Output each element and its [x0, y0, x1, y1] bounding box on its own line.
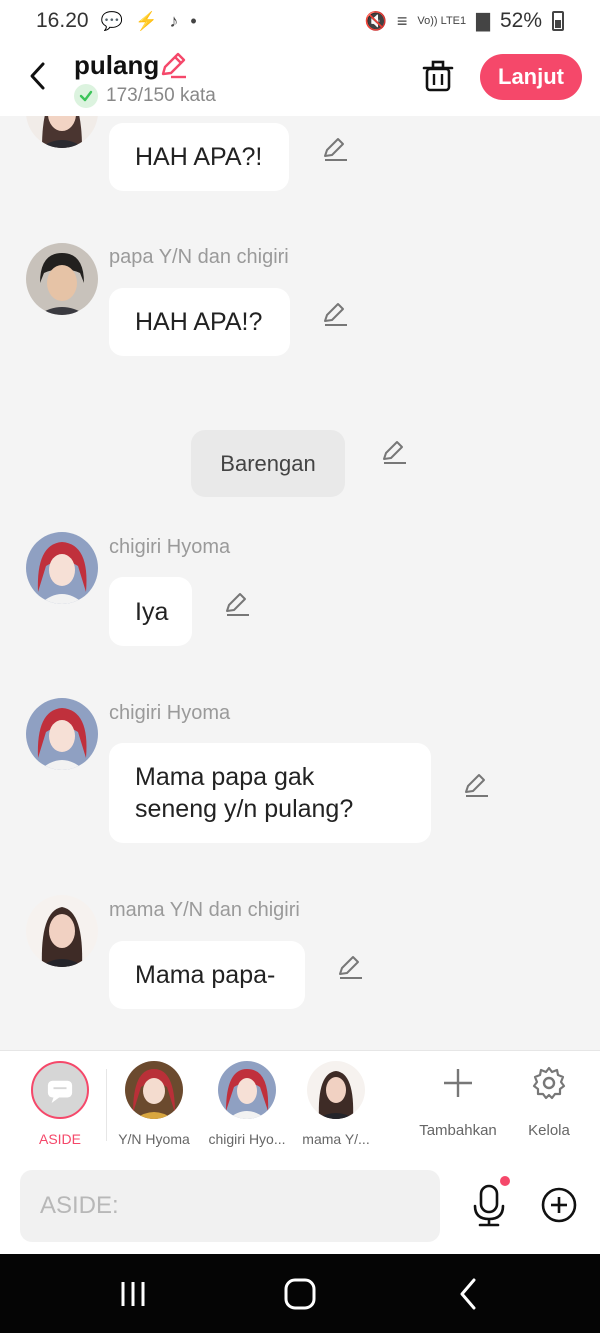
edit-message-icon[interactable] [321, 300, 349, 328]
avatar-chigiri[interactable] [26, 698, 98, 770]
divider [106, 1069, 107, 1141]
edit-message-icon[interactable] [223, 590, 251, 618]
message-bubble[interactable]: Iya [109, 577, 192, 646]
back-button[interactable] [18, 56, 58, 96]
tiktok-notification-icon: ♪ [169, 10, 179, 31]
status-time: 16.20 [36, 9, 89, 32]
character-avatar [307, 1061, 365, 1119]
edit-message-icon[interactable] [336, 953, 364, 981]
input-bar [0, 1158, 600, 1254]
system-nav-bar [0, 1254, 600, 1333]
manage-label: Kelola [528, 1122, 570, 1139]
chat-bubble-icon [47, 1080, 73, 1104]
add-character-button[interactable]: Tambahkan [413, 1065, 503, 1139]
message-line: seneng y/n pulang? [135, 795, 354, 823]
next-button[interactable]: Lanjut [480, 54, 582, 100]
character-chigiri-hyoma[interactable]: chigiri Hyo... [202, 1061, 292, 1147]
battery-percent: 52% [499, 9, 542, 32]
edit-message-icon[interactable] [462, 771, 490, 799]
character-avatar [218, 1061, 276, 1119]
battery-icon [552, 11, 564, 31]
character-selector: ASIDE Y/N Hyoma chigiri Hyo... mama Y/..… [0, 1050, 600, 1158]
edit-message-icon[interactable] [321, 135, 349, 163]
sender-name: mama Y/N dan chigiri [109, 899, 300, 921]
character-label: Y/N Hyoma [118, 1131, 190, 1147]
add-character-label: Tambahkan [419, 1122, 497, 1139]
aside-bubble[interactable]: Barengan [191, 430, 345, 497]
back-nav-icon[interactable] [452, 1278, 488, 1310]
status-bar: 16.20 💬 ⚡ ♪ • 🔇 ≡ Vo)) LTE1 ▇ 52% [0, 0, 600, 42]
message-bubble[interactable]: Mama papa- [109, 941, 305, 1009]
word-count: 173/150 kata [74, 84, 216, 108]
sender-name: papa Y/N dan chigiri [109, 246, 289, 268]
edit-title-icon[interactable] [158, 50, 188, 80]
mute-icon: 🔇 [364, 10, 387, 31]
trash-icon[interactable] [420, 58, 456, 94]
gear-icon [532, 1066, 566, 1100]
character-aside[interactable]: ASIDE [15, 1061, 105, 1147]
notification-dot [500, 1176, 510, 1186]
message-bubble[interactable]: Mama papa gak seneng y/n pulang? [109, 743, 431, 843]
more-notifications-icon: • [190, 10, 197, 31]
network-label: Vo)) LTE1 [417, 14, 467, 27]
character-yn-hyoma[interactable]: Y/N Hyoma [109, 1061, 199, 1147]
chevron-left-icon [30, 62, 45, 90]
story-header: pulang 173/150 kata Lanjut [0, 42, 600, 116]
plus-icon [444, 1069, 472, 1097]
character-mama[interactable]: mama Y/... [291, 1061, 381, 1147]
add-circle-icon[interactable] [540, 1186, 578, 1224]
character-avatar [125, 1061, 183, 1119]
chat-area[interactable]: HAH APA?! papa Y/N dan chigiri HAH APA!?… [0, 116, 600, 1050]
avatar-mama[interactable] [26, 895, 98, 967]
manage-button[interactable]: Kelola [504, 1065, 594, 1139]
avatar-mama[interactable] [26, 116, 98, 148]
microphone-icon[interactable] [470, 1184, 508, 1228]
avatar-papa[interactable] [26, 243, 98, 315]
wifi-icon: ≡ [396, 10, 408, 31]
bolt-notification-icon: ⚡ [134, 10, 158, 31]
check-icon [74, 84, 98, 108]
signal-icon: ▇ [476, 10, 490, 31]
word-count-label: 173/150 kata [106, 85, 216, 106]
message-bubble[interactable]: HAH APA?! [109, 123, 289, 191]
story-title[interactable]: pulang [74, 50, 159, 81]
aside-input[interactable] [20, 1170, 440, 1242]
recent-apps-icon[interactable] [115, 1278, 151, 1310]
sender-name: chigiri Hyoma [109, 702, 231, 724]
character-label: chigiri Hyo... [208, 1131, 286, 1147]
avatar-chigiri[interactable] [26, 532, 98, 604]
edit-message-icon[interactable] [380, 438, 408, 466]
aside-avatar [31, 1061, 89, 1119]
character-label: ASIDE [38, 1131, 81, 1147]
home-icon[interactable] [282, 1278, 318, 1310]
message-bubble[interactable]: HAH APA!? [109, 288, 290, 356]
message-notification-icon: 💬 [100, 10, 123, 31]
sender-name: chigiri Hyoma [109, 536, 231, 558]
message-line: Mama papa gak [135, 763, 315, 791]
character-label: mama Y/... [302, 1131, 370, 1147]
